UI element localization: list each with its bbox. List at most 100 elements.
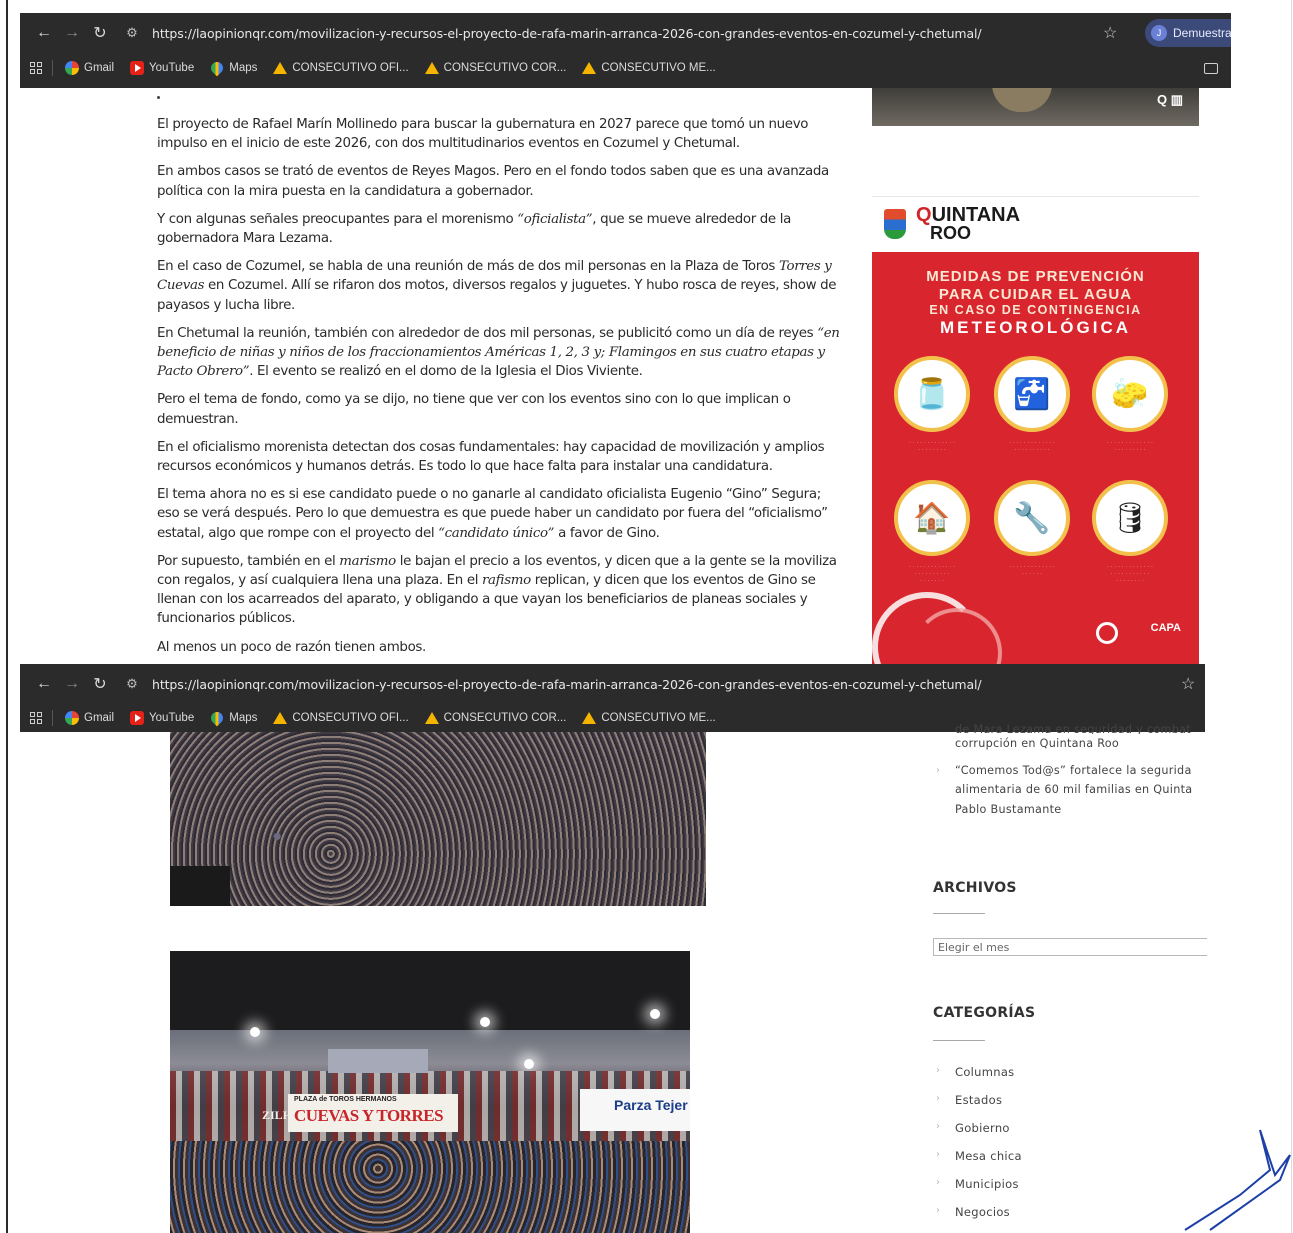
list-item[interactable]: de Mara Lezama en seguridad y combat bbox=[933, 720, 1207, 734]
google-icon bbox=[65, 711, 79, 725]
ad-caption: · · · · · · · · · · · · · · · · · · · · ·… bbox=[1009, 440, 1055, 453]
article-paragraph: Pero el tema de fondo, como ya se dijo, … bbox=[157, 392, 791, 427]
bookmark-consecutivo-cor[interactable]: CONSECUTIVO COR... bbox=[424, 62, 566, 74]
avatar: J bbox=[1151, 25, 1167, 41]
category-link[interactable]: › Mesa chica bbox=[933, 1149, 1153, 1163]
apps-icon[interactable] bbox=[30, 62, 42, 74]
profile-button[interactable]: J Demuestra bbox=[1145, 19, 1231, 47]
list-bullet bbox=[157, 96, 160, 99]
article-paragraph: Al menos un poco de razón tienen ambos. bbox=[157, 639, 426, 655]
drive-icon bbox=[273, 62, 288, 74]
bookmark-youtube[interactable]: YouTube bbox=[130, 711, 194, 725]
address-bar[interactable]: https://laopinionqr.com/movilizacion-y-r… bbox=[152, 677, 982, 692]
pen-signature-mark bbox=[1184, 1129, 1291, 1231]
article-paragraph: En el oficialismo morenista detectan dos… bbox=[157, 439, 825, 475]
sponsor-sign: Parza Tejer bbox=[580, 1089, 690, 1131]
bookmark-consecutivo-ofi[interactable]: CONSECUTIVO OFI... bbox=[273, 712, 409, 724]
google-icon bbox=[65, 61, 79, 75]
address-bar[interactable]: https://laopinionqr.com/movilizacion-y-r… bbox=[152, 26, 982, 41]
ad-caption: · · · · · · · · · · · · · · · · · · · · ·… bbox=[909, 564, 955, 584]
maps-icon bbox=[208, 59, 226, 77]
pipe-valve-icon: 🔧 bbox=[994, 480, 1070, 556]
category-link[interactable]: › Estados bbox=[933, 1093, 1153, 1107]
article-paragraph: Y con algunas señales preocupantes para … bbox=[157, 211, 791, 247]
article-body: El proyecto de Rafael Marín Mollinedo pa… bbox=[157, 115, 847, 666]
drive-icon bbox=[273, 712, 288, 724]
bookmark-star-icon[interactable]: ☆ bbox=[1181, 674, 1195, 694]
sidebar-top-image[interactable]: Q ▥ bbox=[872, 84, 1199, 126]
ad-brand: QUINTANA ROO bbox=[916, 204, 1021, 243]
sidebar-divider bbox=[872, 196, 1199, 197]
chevron-right-icon: › bbox=[936, 1205, 941, 1216]
forward-icon[interactable]: → bbox=[58, 19, 86, 47]
ad-title-4: METEOROLÓGICA bbox=[939, 318, 1132, 337]
capa-logo-icon bbox=[1096, 622, 1118, 644]
chevron-right-icon: › bbox=[936, 1093, 941, 1104]
youtube-icon bbox=[130, 711, 145, 725]
drive-icon bbox=[582, 62, 597, 74]
water-tank-icon: 🛢 bbox=[1092, 480, 1168, 556]
category-link[interactable]: › Gobierno bbox=[933, 1121, 1153, 1135]
list-item[interactable]: corrupción en Quintana Roo bbox=[933, 734, 1207, 754]
chevron-right-icon: › bbox=[936, 1149, 941, 1160]
archive-month-select[interactable]: Elegir el mes bbox=[933, 938, 1207, 956]
bookmark-consecutivo-ofi[interactable]: CONSECUTIVO OFI... bbox=[273, 62, 409, 74]
reload-icon[interactable]: ↻ bbox=[86, 670, 114, 698]
article-paragraph: En Chetumal la reunión, también con alre… bbox=[157, 325, 840, 380]
category-link[interactable]: › Municipios bbox=[933, 1177, 1153, 1191]
water-prevention-ad[interactable]: MEDIDAS DE PREVENCIÓN PARA CUIDAR EL AGU… bbox=[872, 252, 1199, 664]
chevron-right-icon: › bbox=[936, 1121, 941, 1132]
archives-heading: ARCHIVOS bbox=[933, 880, 1017, 896]
bullring-sign: PLAZA de TOROS HERMANOS CUEVAS Y TORRES bbox=[288, 1094, 458, 1132]
bookmark-maps[interactable]: Maps bbox=[208, 59, 257, 77]
chevron-right-icon: › bbox=[936, 764, 941, 776]
drive-icon bbox=[582, 712, 597, 724]
back-icon[interactable]: ← bbox=[30, 19, 58, 47]
ad-header: QUINTANA ROO bbox=[884, 200, 1199, 248]
bookmark-gmail[interactable]: Gmail bbox=[65, 711, 114, 725]
capa-logo-mark: Q ▥ bbox=[1156, 92, 1183, 107]
site-info-icon[interactable]: ⚙ bbox=[120, 25, 144, 41]
forward-icon[interactable]: → bbox=[58, 670, 86, 698]
category-link[interactable]: › Negocios bbox=[933, 1205, 1153, 1219]
heading-underline bbox=[933, 1040, 985, 1041]
event-photo-chetumal[interactable] bbox=[170, 732, 706, 906]
bookmark-maps[interactable]: Maps bbox=[208, 709, 257, 727]
article-paragraph: El tema ahora no es si ese candidato pue… bbox=[157, 487, 828, 541]
category-link[interactable]: › Columnas bbox=[933, 1065, 1153, 1079]
bookmarks-folder-icon[interactable] bbox=[1204, 63, 1218, 74]
site-info-icon[interactable]: ⚙ bbox=[120, 676, 144, 692]
ad-title-1: MEDIDAS DE PREVENCIÓN bbox=[926, 268, 1145, 285]
browser-chrome: ← → ↻ ⚙ https://laopinionqr.com/moviliza… bbox=[20, 13, 1231, 88]
maps-icon bbox=[208, 709, 226, 727]
bookmark-consecutivo-cor[interactable]: CONSECUTIVO COR... bbox=[424, 712, 566, 724]
bookmark-star-icon[interactable]: ☆ bbox=[1103, 23, 1117, 43]
ad-title-3: EN CASO DE CONTINGENCIA bbox=[929, 303, 1142, 317]
list-item[interactable]: alimentaria de 60 mil familias en Quinta bbox=[933, 780, 1207, 800]
ad-caption: · · · · · · · · · · · · · · · · · · · bbox=[1009, 564, 1055, 577]
drive-icon bbox=[424, 712, 439, 724]
event-photo-cozumel[interactable]: PLAZA de TOROS HERMANOS CUEVAS Y TORRES … bbox=[170, 951, 690, 1233]
ad-caption: · · · · · · · · · · · · · · · · · · · · · bbox=[909, 440, 955, 453]
reload-icon[interactable]: ↻ bbox=[86, 19, 114, 47]
sign-zilh: ZILH bbox=[262, 1108, 293, 1122]
apps-icon[interactable] bbox=[30, 712, 42, 724]
house-broom-icon: 🏠 bbox=[894, 480, 970, 556]
bookmark-gmail[interactable]: Gmail bbox=[65, 61, 114, 75]
chevron-right-icon: › bbox=[936, 1065, 941, 1076]
bookmark-youtube[interactable]: YouTube bbox=[130, 61, 194, 75]
drive-icon bbox=[424, 62, 439, 74]
article-paragraph: Por supuesto, también en el marismo le b… bbox=[157, 553, 837, 627]
scan-right-edge bbox=[1291, 0, 1292, 1233]
back-icon[interactable]: ← bbox=[30, 670, 58, 698]
scan-left-edge bbox=[6, 0, 8, 1233]
bookmark-consecutivo-me[interactable]: CONSECUTIVO ME... bbox=[582, 62, 716, 74]
sponge-icon: 🧽 bbox=[1092, 356, 1168, 432]
state-crest-icon bbox=[884, 209, 906, 239]
list-item[interactable]: Pablo Bustamante bbox=[933, 800, 1207, 820]
water-jug-icon: 🫙 bbox=[894, 356, 970, 432]
article-paragraph: En el caso de Cozumel, se habla de una r… bbox=[157, 259, 837, 313]
article-paragraph: En ambos casos se trató de eventos de Re… bbox=[157, 164, 829, 199]
bookmark-consecutivo-me[interactable]: CONSECUTIVO ME... bbox=[582, 712, 716, 724]
list-item[interactable]: › “Comemos Tod@s” fortalece la segurida bbox=[933, 761, 1207, 781]
